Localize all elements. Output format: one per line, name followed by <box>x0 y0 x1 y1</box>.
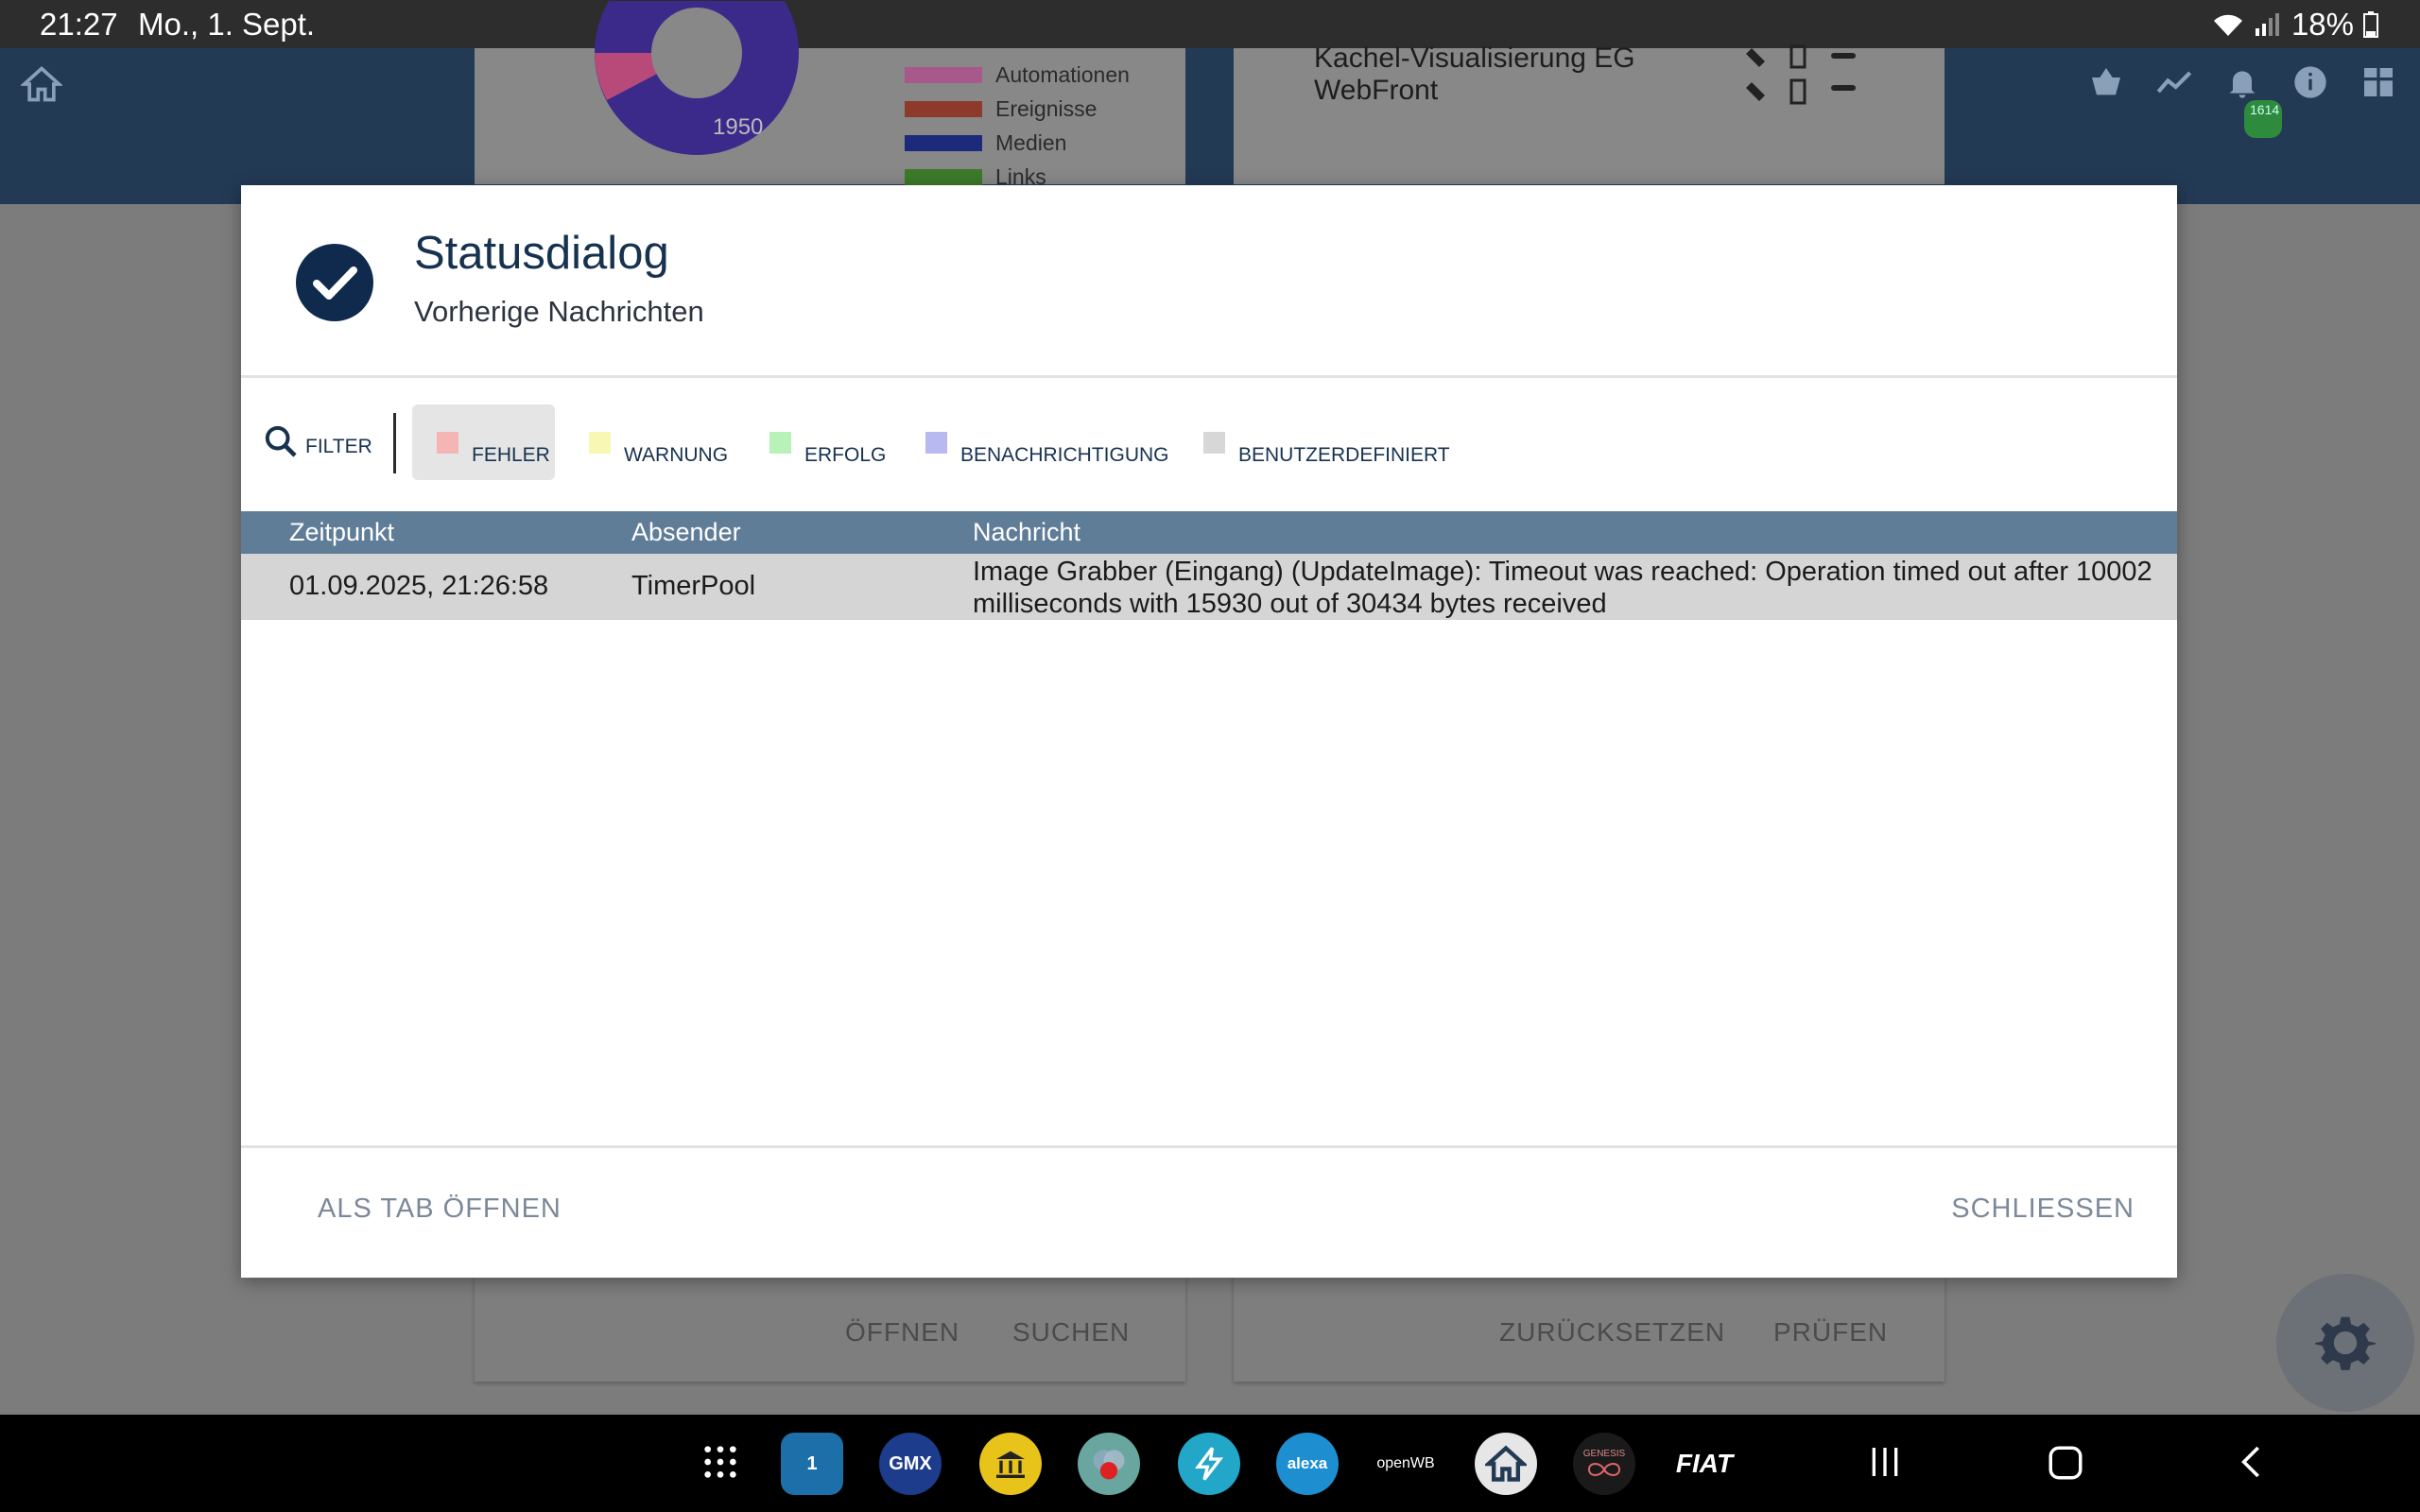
back-icon[interactable] <box>2233 1443 2271 1481</box>
color-swatch <box>925 432 947 454</box>
color-swatch <box>769 432 791 454</box>
calendar-app[interactable]: 1 <box>781 1433 843 1495</box>
background-card-visualization: Kachel-Visualisierung EG WebFront <box>1234 43 1945 184</box>
legend-item: Medien <box>905 126 1130 160</box>
gmx-app[interactable]: GMX <box>879 1433 942 1495</box>
color-swatch <box>589 432 611 454</box>
chip-label: BENACHRICHTIGUNG <box>960 444 1169 466</box>
openwb-app[interactable]: openWB <box>1374 1433 1437 1495</box>
chip-label: FEHLER <box>472 444 550 466</box>
divider <box>393 413 396 473</box>
dialog-footer: ALS TAB ÖFFNEN SCHLIESSEN <box>241 1145 2177 1278</box>
chip-fehler[interactable]: FEHLER <box>412 404 555 480</box>
chip-label: WARNUNG <box>624 444 729 466</box>
dialog-header: Statusdialog Vorherige Nachrichten <box>241 185 2177 378</box>
filter-bar: FILTER FEHLER WARNUNG ERFOLG BENACHRICHT… <box>241 381 2177 507</box>
basket-icon[interactable] <box>2087 63 2125 101</box>
apps-grid-icon[interactable] <box>701 1443 739 1481</box>
status-dialog: Statusdialog Vorherige Nachrichten FILTE… <box>241 185 2177 1278</box>
genesis-app[interactable]: GENESIS <box>1573 1433 1635 1495</box>
settings-fab[interactable] <box>2276 1274 2414 1412</box>
check-button[interactable]: PRÜFEN <box>1773 1317 1888 1348</box>
bolt-app[interactable] <box>1178 1433 1240 1495</box>
cell-sender: TimerPool <box>631 571 756 601</box>
filter-button[interactable]: FILTER <box>262 422 372 460</box>
bank-app[interactable] <box>979 1433 1042 1495</box>
open-button[interactable]: ÖFFNEN <box>845 1317 959 1348</box>
app-bar: 1614 <box>0 48 2420 204</box>
background-card-actions: ÖFFNEN SUCHEN <box>475 1276 1185 1382</box>
cell-time: 01.09.2025, 21:26:58 <box>289 571 549 601</box>
chip-benachrichtigung[interactable]: BENACHRICHTIGUNG <box>925 404 1169 480</box>
chart-legend: Automationen Ereignisse Medien Links <box>905 58 1130 194</box>
wifi-icon <box>2213 14 2242 36</box>
legend-item: Ereignisse <box>905 92 1130 126</box>
background-card-chart: 1950 Automationen Ereignisse Medien Link… <box>475 1 1185 189</box>
dialog-title: Statusdialog <box>414 228 669 279</box>
date: Mo., 1. Sept. <box>138 7 316 42</box>
circles-icon <box>1093 1450 1125 1480</box>
column-header-time[interactable]: Zeitpunkt <box>289 518 394 547</box>
table-header: Zeitpunkt Absender Nachricht <box>241 511 2177 554</box>
signal-icon <box>2255 13 2279 36</box>
fiat-app[interactable]: FIAT <box>1673 1433 1736 1495</box>
cell-message: Image Grabber (Eingang) (UpdateImage): T… <box>973 557 2152 619</box>
chip-erfolg[interactable]: ERFOLG <box>769 404 886 480</box>
search-icon <box>265 425 297 457</box>
bell-icon[interactable]: 1614 <box>2223 63 2282 138</box>
gear-icon <box>2315 1316 2376 1370</box>
battery-percent: 18% <box>2290 7 2354 42</box>
card-line: Kachel-Visualisierung EG <box>1314 43 1635 74</box>
chip-benutzerdefiniert[interactable]: BENUTZERDEFINIERT <box>1203 404 1450 480</box>
bolt-icon <box>1195 1447 1224 1481</box>
home-app[interactable] <box>1475 1433 1537 1495</box>
legend-item: Automationen <box>905 58 1130 92</box>
bank-icon <box>996 1451 1025 1478</box>
chip-label: BENUTZERDEFINIERT <box>1238 444 1450 466</box>
filter-label: FILTER <box>305 436 372 457</box>
chip-label: ERFOLG <box>804 444 887 466</box>
check-circle-icon <box>296 244 373 321</box>
notification-badge: 1614 <box>2244 100 2282 138</box>
reset-button[interactable]: ZURÜCKSETZEN <box>1499 1317 1725 1348</box>
search-button[interactable]: SUCHEN <box>1012 1317 1130 1348</box>
navigation-bar: 1 GMX alexa openWB GENESIS FIAT <box>0 1415 2420 1512</box>
alexa-app[interactable]: alexa <box>1276 1433 1339 1495</box>
infinity-icon <box>1587 1462 1621 1476</box>
recent-apps-icon[interactable] <box>1866 1443 1904 1481</box>
home-icon[interactable] <box>21 63 62 105</box>
circles-app[interactable] <box>1078 1433 1140 1495</box>
info-icon[interactable] <box>2291 63 2329 101</box>
home-nav-icon[interactable] <box>2046 1443 2085 1483</box>
card-line: WebFront <box>1314 75 1439 106</box>
wrench-phone-link-icons <box>1746 44 1856 105</box>
status-bar: 21:27 Mo., 1. Sept. 18% <box>0 0 2420 48</box>
grid-icon[interactable] <box>2360 63 2397 101</box>
chip-warnung[interactable]: WARNUNG <box>589 404 728 480</box>
open-as-tab-button[interactable]: ALS TAB ÖFFNEN <box>318 1194 562 1225</box>
status-icons: 18% <box>2212 7 2378 43</box>
clock: 21:27 <box>40 7 118 42</box>
table-row[interactable]: 01.09.2025, 21:26:58 TimerPool Image Gra… <box>241 554 2177 620</box>
column-header-sender[interactable]: Absender <box>631 518 741 547</box>
color-swatch <box>1203 432 1225 454</box>
close-button[interactable]: SCHLIESSEN <box>1951 1194 2135 1225</box>
battery-icon <box>2363 11 2378 38</box>
dialog-subtitle: Vorherige Nachrichten <box>414 295 704 328</box>
home-icon <box>1485 1445 1527 1482</box>
chart-line-icon[interactable] <box>2155 63 2193 101</box>
color-swatch <box>437 432 458 454</box>
donut-value: 1950 <box>713 114 764 140</box>
app-bar-actions: 1614 <box>2087 63 2397 138</box>
background-card-actions: ZURÜCKSETZEN PRÜFEN <box>1234 1276 1945 1382</box>
column-header-message[interactable]: Nachricht <box>973 518 1080 547</box>
